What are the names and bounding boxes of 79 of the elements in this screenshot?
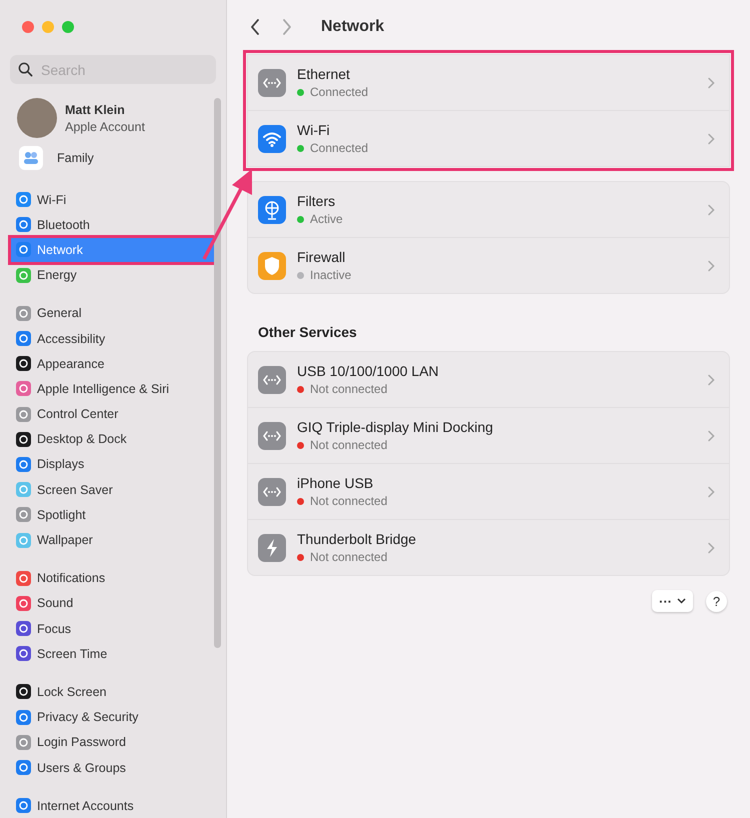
close-button[interactable]: [22, 21, 34, 33]
chevron-icon: [707, 486, 715, 498]
sidebar-item[interactable]: Users & Groups: [10, 754, 216, 780]
chevron-icon: [707, 76, 715, 88]
lightning-icon: [258, 534, 286, 562]
sidebar-item[interactable]: Wallpaper: [10, 527, 216, 553]
service-row[interactable]: Firewall Inactive: [248, 237, 729, 293]
sidebar-item[interactable]: General: [10, 300, 216, 326]
wifi-icon: [258, 124, 286, 152]
sidebar-item[interactable]: Network: [10, 237, 216, 263]
service-status: Not connected: [310, 550, 388, 564]
sidebar-item[interactable]: Apple Intelligence & Siri: [10, 376, 216, 402]
service-status: Inactive: [310, 268, 352, 282]
avatar[interactable]: [17, 98, 57, 138]
sidebar-item[interactable]: Login Password: [10, 730, 216, 755]
chevron-icon: [707, 430, 715, 442]
sidebar-item[interactable]: Wi-Fi: [10, 187, 216, 212]
sidebar-item[interactable]: Accessibility: [10, 326, 216, 352]
forward-icon[interactable]: [281, 18, 293, 36]
ethernet-icon: [258, 68, 286, 96]
sidebar-item[interactable]: Sound: [10, 590, 216, 616]
service-status: Connected: [310, 85, 368, 99]
chevron-icon: [707, 542, 715, 554]
service-status: Not connected: [310, 494, 388, 508]
service-row[interactable]: iPhone USB Not connected: [248, 463, 729, 519]
service-name: Thunderbolt Bridge: [297, 531, 418, 547]
sidebar-item[interactable]: Notifications: [10, 566, 216, 591]
scrollbar-thumb[interactable]: [214, 98, 221, 648]
service-name: Wi-Fi: [297, 122, 331, 138]
service-name: USB 10/100/1000 LAN: [297, 363, 440, 379]
service-row[interactable]: Wi-Fi Connected: [248, 110, 729, 166]
service-status: Not connected: [310, 382, 388, 396]
shield-icon: [258, 252, 286, 280]
sidebar-item[interactable]: Focus: [10, 616, 216, 642]
service-status: Connected: [310, 141, 368, 155]
account-subtitle: Apple Account: [65, 120, 145, 134]
sidebar-item[interactable]: Displays: [10, 452, 216, 478]
sidebar-item[interactable]: Privacy & Security: [10, 704, 216, 730]
window-title: Network: [321, 18, 384, 36]
caret-icon: [677, 598, 686, 604]
service-row[interactable]: Filters Active: [248, 182, 729, 237]
service-row[interactable]: Thunderbolt Bridge Not connected: [248, 519, 729, 575]
ethernet-icon: [258, 366, 286, 394]
service-name: GIQ Triple-display Mini Docking: [297, 419, 494, 435]
globe-icon: [258, 196, 286, 224]
sidebar-item[interactable]: Control Center: [10, 402, 216, 427]
sidebar-item[interactable]: Screen Time: [10, 641, 216, 666]
service-name: Firewall: [297, 249, 346, 265]
service-name: iPhone USB: [297, 475, 374, 491]
family-item[interactable]: Family: [19, 146, 216, 170]
sidebar-item[interactable]: Screen Saver: [10, 477, 216, 502]
chevron-icon: [707, 204, 715, 216]
actions-menu-button[interactable]: ···: [652, 590, 693, 612]
service-row[interactable]: GIQ Triple-display Mini Docking Not connected: [248, 407, 729, 463]
account-name[interactable]: Matt Klein: [65, 102, 145, 116]
sidebar-item[interactable]: Energy: [10, 262, 216, 288]
service-row[interactable]: Ethernet Connected: [248, 55, 729, 110]
service-status: Active: [310, 212, 343, 226]
service-name: Ethernet: [297, 66, 351, 82]
help-button[interactable]: ?: [706, 590, 727, 612]
sidebar-item[interactable]: Desktop & Dock: [10, 426, 216, 452]
service-status: Not connected: [310, 438, 388, 452]
sidebar-item[interactable]: Internet Accounts: [10, 793, 216, 818]
sidebar-item[interactable]: Lock Screen: [10, 679, 216, 705]
ethernet-icon: [258, 478, 286, 506]
service-name: Filters: [297, 193, 336, 209]
section-heading: Other Services: [258, 324, 358, 340]
sidebar-item[interactable]: Bluetooth: [10, 212, 216, 238]
back-icon[interactable]: [249, 18, 261, 36]
minimize-button[interactable]: [42, 21, 54, 33]
zoom-button[interactable]: [62, 21, 74, 33]
chevron-icon: [707, 260, 715, 272]
sidebar-item[interactable]: Appearance: [10, 351, 216, 376]
chevron-icon: [707, 374, 715, 386]
chevron-icon: [707, 132, 715, 144]
service-row[interactable]: USB 10/100/1000 LAN Not connected: [248, 352, 729, 407]
ethernet-icon: [258, 422, 286, 450]
family-icon: [19, 146, 43, 170]
sidebar-item[interactable]: Spotlight: [10, 502, 216, 528]
